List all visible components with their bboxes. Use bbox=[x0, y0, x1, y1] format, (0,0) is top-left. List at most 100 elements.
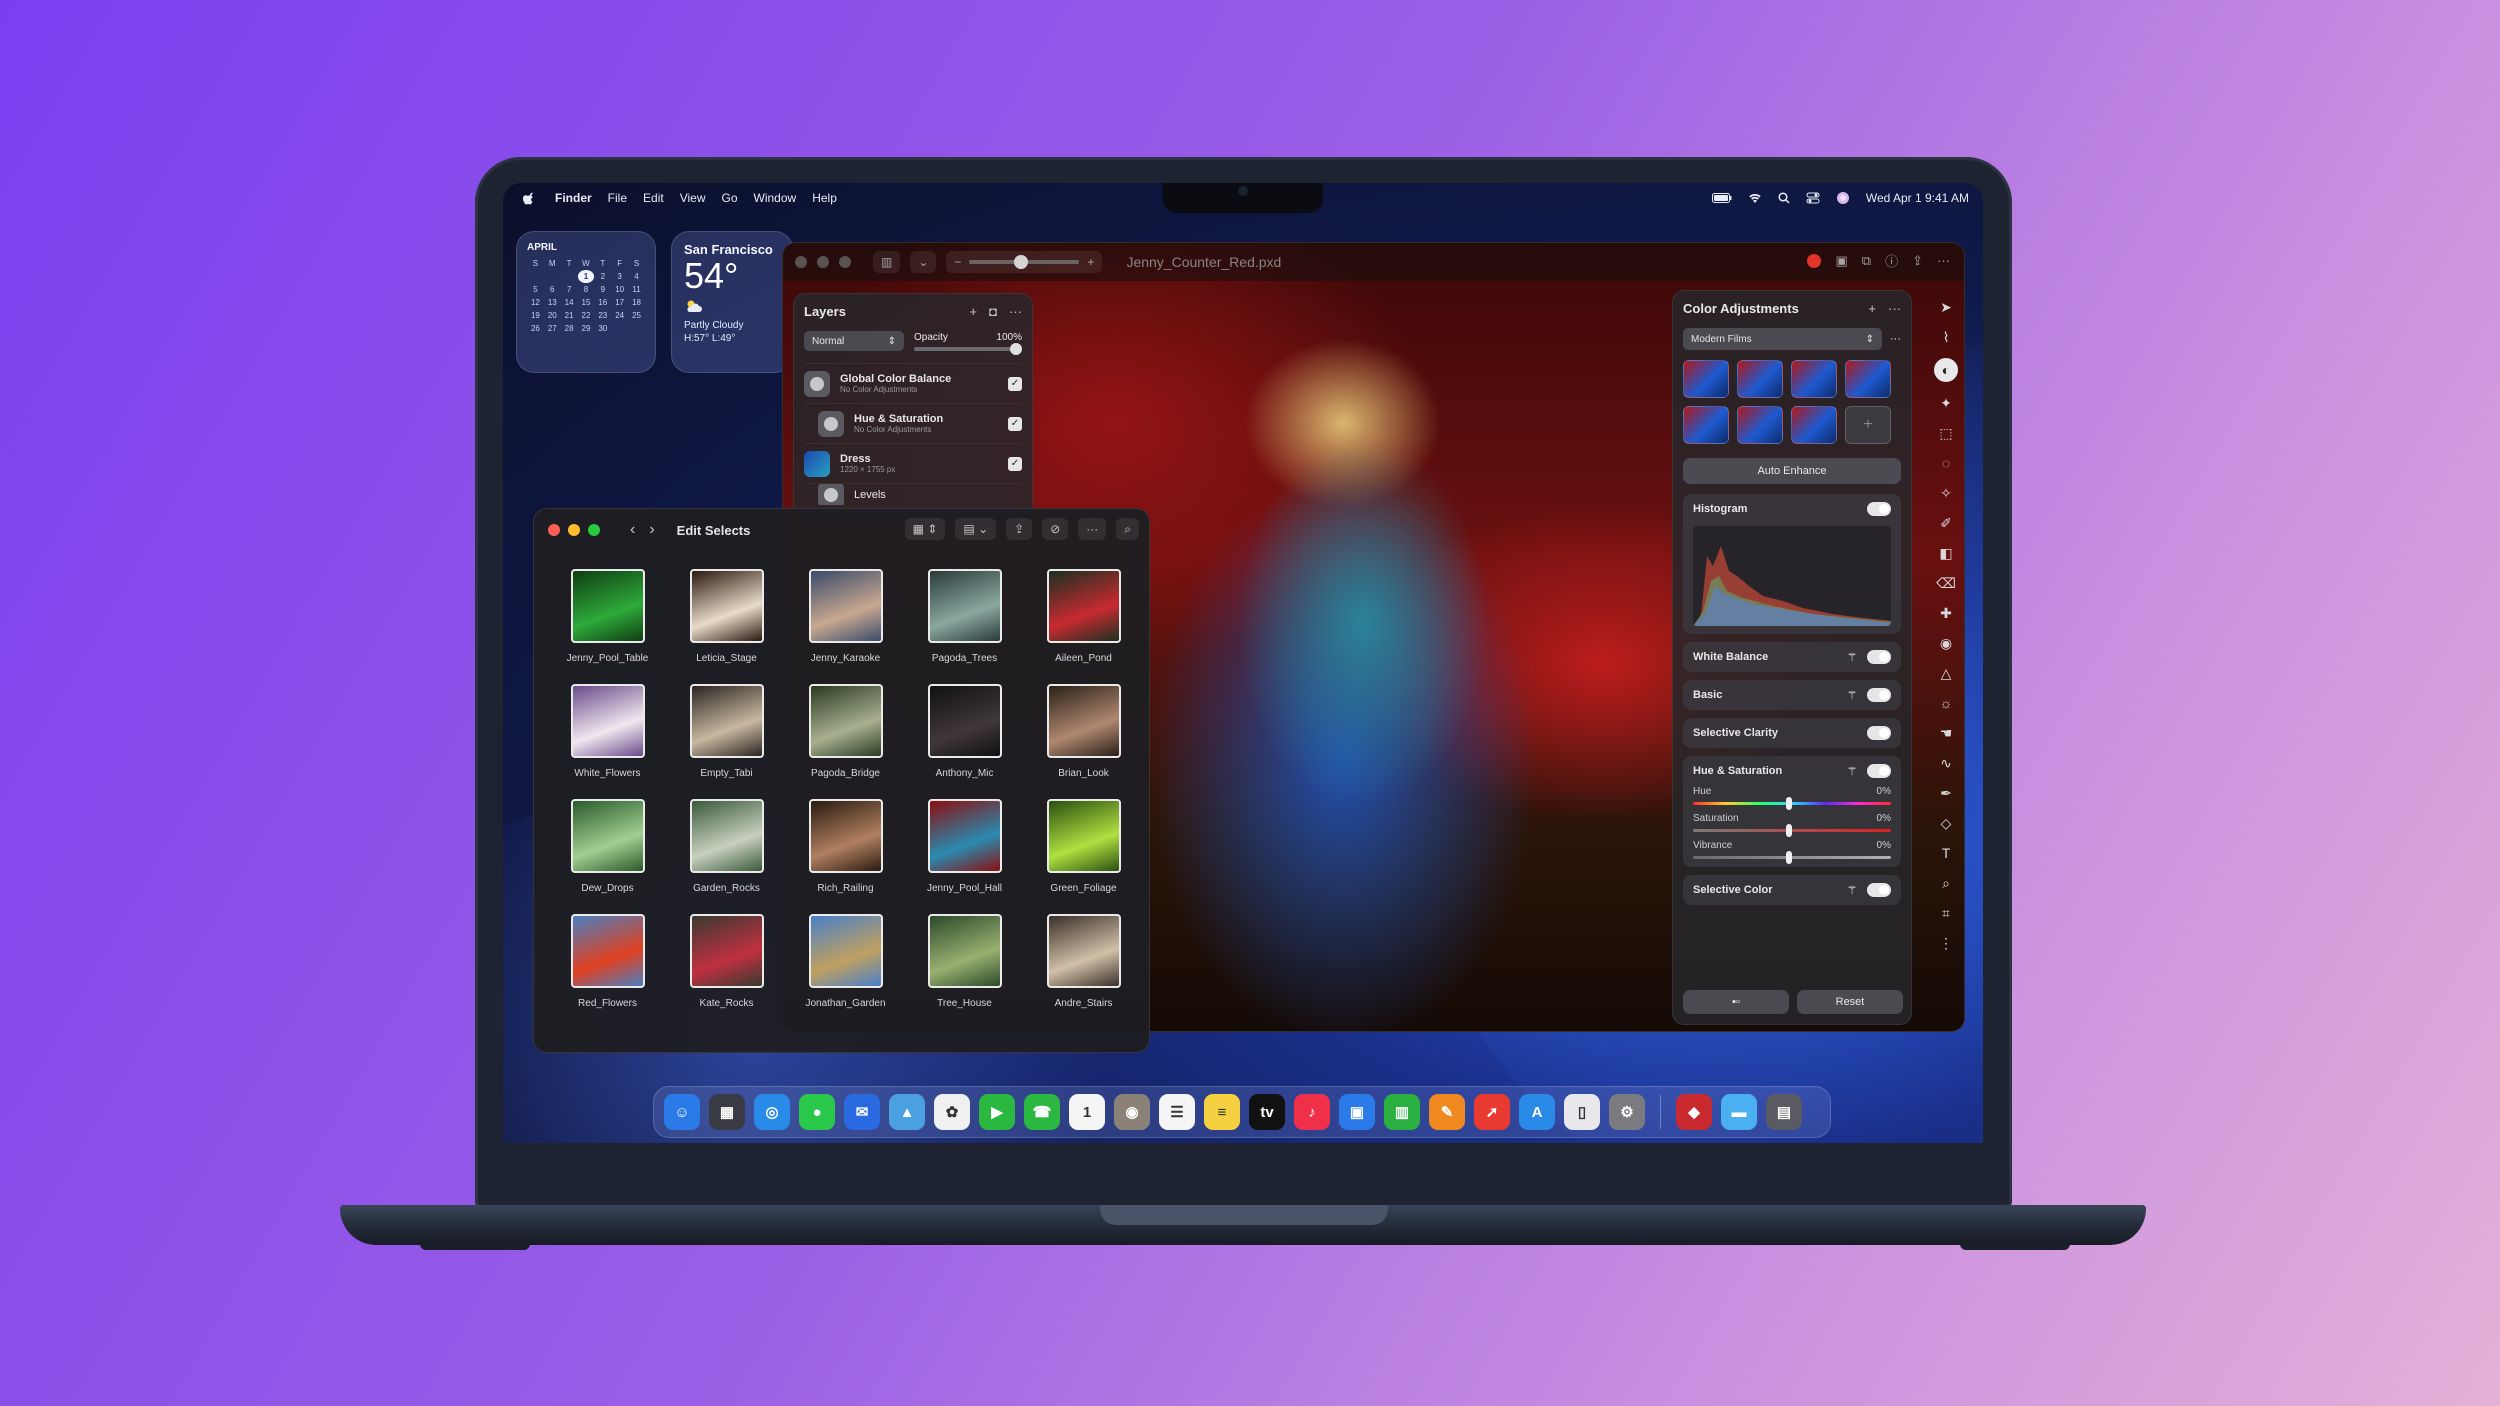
battery-icon[interactable] bbox=[1711, 193, 1732, 203]
file-thumbnail[interactable] bbox=[1046, 799, 1121, 873]
more-icon[interactable]: ··· bbox=[1937, 253, 1950, 268]
messages-icon[interactable]: ● bbox=[799, 1094, 835, 1130]
view-menu-button[interactable]: ⌄ bbox=[910, 251, 937, 273]
quick-select-tool-icon[interactable]: ✧ bbox=[1937, 484, 1955, 502]
preset-thumbnail[interactable] bbox=[1737, 360, 1783, 398]
finder-icon[interactable]: ☺ bbox=[664, 1094, 700, 1130]
mail-icon[interactable]: ✉ bbox=[844, 1094, 880, 1130]
more-button[interactable]: ··· bbox=[1078, 518, 1107, 540]
keynote-icon[interactable]: ▣ bbox=[1339, 1094, 1375, 1130]
color-adjust-tool-icon[interactable]: ◐ bbox=[1934, 358, 1958, 382]
back-chevron-icon[interactable]: ‹ bbox=[630, 521, 635, 539]
layer-visibility-checkbox[interactable]: ✓ bbox=[1008, 416, 1022, 431]
file-item[interactable]: Brian_Look bbox=[1024, 684, 1143, 779]
more-icon[interactable]: ··· bbox=[1890, 333, 1901, 345]
view-mode-button[interactable]: ▦ ⇕ bbox=[904, 518, 946, 540]
system-settings-icon[interactable]: ⚙ bbox=[1609, 1094, 1645, 1130]
shape-tool-icon[interactable]: ◇ bbox=[1937, 814, 1955, 832]
tag-button[interactable]: ⊘ bbox=[1042, 518, 1069, 540]
file-thumbnail[interactable] bbox=[570, 684, 645, 758]
magic-wand-icon[interactable]: ⚚ bbox=[1847, 765, 1857, 778]
blend-mode-select[interactable]: Normal ⇕ bbox=[804, 331, 904, 351]
more-icon[interactable]: ··· bbox=[1009, 304, 1022, 319]
notes-icon[interactable]: ≡ bbox=[1204, 1094, 1240, 1130]
layer-visibility-checkbox[interactable]: ✓ bbox=[1008, 456, 1022, 471]
retouch-tool-icon[interactable]: ✚ bbox=[1937, 604, 1955, 622]
share-button[interactable]: ⇪ bbox=[1006, 518, 1033, 540]
maps-icon[interactable]: ▲ bbox=[889, 1094, 925, 1130]
menu-help[interactable]: Help bbox=[812, 191, 837, 205]
file-thumbnail[interactable] bbox=[1046, 684, 1121, 758]
more-icon[interactable]: ··· bbox=[1888, 301, 1901, 316]
file-thumbnail[interactable] bbox=[570, 914, 645, 988]
file-item[interactable]: Kate_Rocks bbox=[667, 914, 786, 1009]
file-thumbnail[interactable] bbox=[927, 799, 1002, 873]
file-item[interactable]: Anthony_Mic bbox=[905, 684, 1024, 779]
effects-tool-icon[interactable]: ✦ bbox=[1937, 394, 1955, 412]
pixelmator-icon[interactable]: ➚ bbox=[1474, 1094, 1510, 1130]
arrange-tool-icon[interactable]: ➤ bbox=[1937, 298, 1955, 316]
hue-saturation-section[interactable]: Hue & Saturation ⚚ Hue 0% Saturation 0% Vib… bbox=[1683, 756, 1901, 867]
contacts-icon[interactable]: ◉ bbox=[1114, 1094, 1150, 1130]
layer-row[interactable]: Global Color Balance No Color Adjustments… bbox=[804, 363, 1022, 403]
opacity-control[interactable]: Opacity 100% bbox=[914, 332, 1022, 355]
finder-window[interactable]: ‹ › Edit Selects ▦ ⇕ ▤ ⌄ ⇪ ⊘ ··· ⌕ Jenny… bbox=[533, 508, 1150, 1053]
spotlight-search-icon[interactable] bbox=[1778, 192, 1790, 204]
file-item[interactable]: White_Flowers bbox=[548, 684, 667, 779]
menu-go[interactable]: Go bbox=[722, 191, 738, 205]
smudge-tool-icon[interactable]: ☚ bbox=[1937, 724, 1955, 742]
file-item[interactable]: Jenny_Pool_Hall bbox=[905, 799, 1024, 894]
layer-row[interactable]: Levels bbox=[804, 483, 1022, 505]
menu-file[interactable]: File bbox=[608, 191, 627, 205]
layer-visibility-checkbox[interactable]: ✓ bbox=[1008, 376, 1022, 391]
file-item[interactable]: Pagoda_Trees bbox=[905, 569, 1024, 664]
file-thumbnail[interactable] bbox=[1046, 569, 1121, 643]
basic-toggle[interactable] bbox=[1867, 688, 1891, 702]
calendar-icon[interactable]: 1 bbox=[1069, 1094, 1105, 1130]
paint-tool-icon[interactable]: ✐ bbox=[1937, 514, 1955, 532]
auto-enhance-button[interactable]: Auto Enhance bbox=[1683, 458, 1901, 484]
info-icon[interactable]: ⓘ bbox=[1885, 251, 1898, 270]
numbers-icon[interactable]: ▥ bbox=[1384, 1094, 1420, 1130]
compare-button[interactable]: ▪▫ bbox=[1683, 990, 1789, 1014]
menu-view[interactable]: View bbox=[680, 191, 706, 205]
add-layer-icon[interactable]: + bbox=[970, 304, 978, 319]
menu-clock[interactable]: Wed Apr 1 9:41 AM bbox=[1866, 191, 1969, 205]
file-item[interactable]: Aileen_Pond bbox=[1024, 569, 1143, 664]
more-tools-icon[interactable]: ⋮ bbox=[1937, 934, 1955, 952]
pixelmator-pro-recent-icon[interactable]: ◆ bbox=[1676, 1094, 1712, 1130]
file-item[interactable]: Dew_Drops bbox=[548, 799, 667, 894]
file-item[interactable]: Pagoda_Bridge bbox=[786, 684, 905, 779]
crop-tool-icon[interactable]: ⌗ bbox=[1937, 904, 1955, 922]
fill-tool-icon[interactable]: ◧ bbox=[1937, 544, 1955, 562]
launchpad-icon[interactable]: ▦ bbox=[709, 1094, 745, 1130]
file-item[interactable]: Jenny_Pool_Table bbox=[548, 569, 667, 664]
forward-chevron-icon[interactable]: › bbox=[649, 521, 654, 539]
mask-icon[interactable]: ◘ bbox=[989, 304, 997, 319]
app-store-icon[interactable]: A bbox=[1519, 1094, 1555, 1130]
safari-icon[interactable]: ◎ bbox=[754, 1094, 790, 1130]
file-thumbnail[interactable] bbox=[808, 914, 883, 988]
basic-section[interactable]: Basic ⚚ bbox=[1683, 680, 1901, 710]
preset-thumbnail[interactable] bbox=[1791, 406, 1837, 444]
preset-thumbnail[interactable] bbox=[1683, 406, 1729, 444]
file-item[interactable]: Leticia_Stage bbox=[667, 569, 786, 664]
erase-tool-icon[interactable]: ⌫ bbox=[1936, 574, 1956, 592]
file-thumbnail[interactable] bbox=[927, 914, 1002, 988]
selective-color-toggle[interactable] bbox=[1867, 883, 1891, 897]
compare-icon[interactable]: ▣ bbox=[1835, 253, 1847, 269]
zoom-control[interactable]: − + bbox=[946, 251, 1103, 273]
hue-saturation-toggle[interactable] bbox=[1867, 764, 1891, 778]
selective-clarity-section[interactable]: Selective Clarity bbox=[1683, 718, 1901, 748]
layer-row[interactable]: Hue & Saturation No Color Adjustments ✓ bbox=[804, 403, 1022, 443]
file-thumbnail[interactable] bbox=[689, 914, 764, 988]
editor-zoom-button[interactable] bbox=[839, 256, 851, 268]
file-thumbnail[interactable] bbox=[570, 569, 645, 643]
warp-tool-icon[interactable]: ∿ bbox=[1937, 754, 1955, 772]
group-button[interactable]: ▤ ⌄ bbox=[955, 518, 997, 540]
selective-clarity-toggle[interactable] bbox=[1867, 726, 1891, 740]
sharpen-tool-icon[interactable]: △ bbox=[1937, 664, 1955, 682]
wifi-icon[interactable] bbox=[1748, 192, 1762, 204]
reset-button[interactable]: Reset bbox=[1797, 990, 1903, 1014]
add-adjustment-icon[interactable]: + bbox=[1868, 301, 1876, 316]
